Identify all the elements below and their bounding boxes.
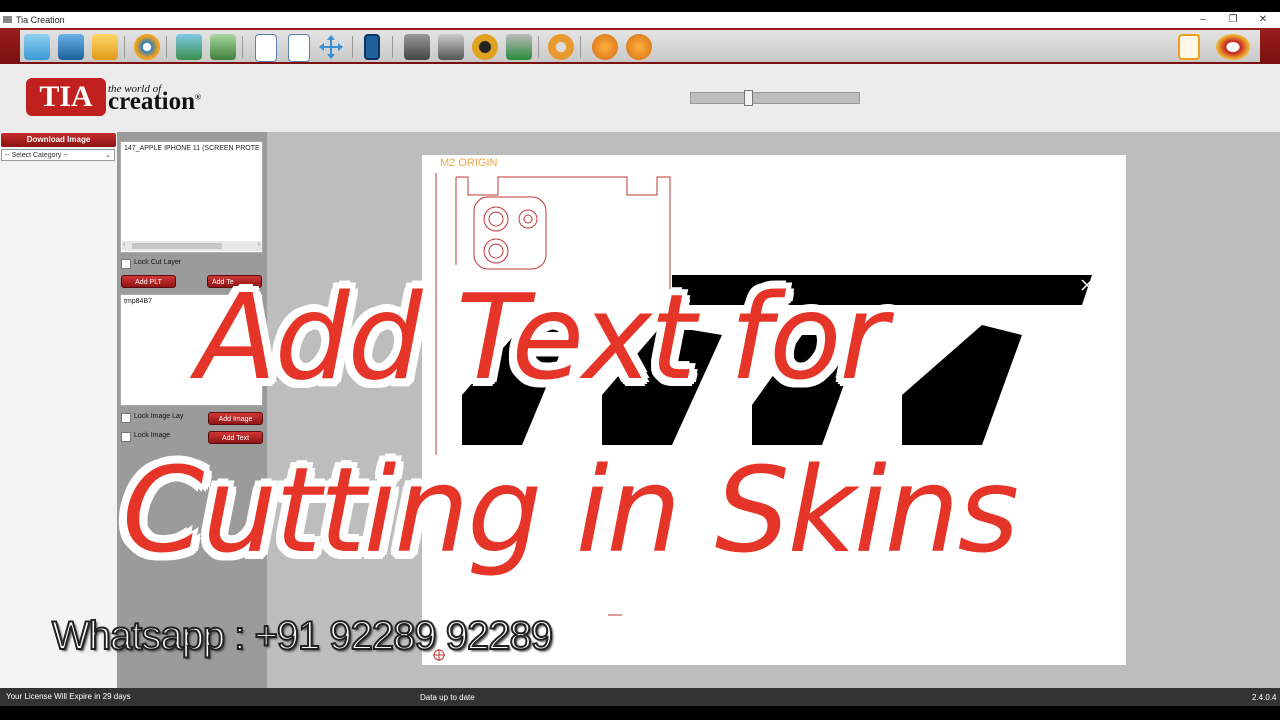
close-button[interactable]: ✕ bbox=[1256, 14, 1270, 25]
undo-icon[interactable] bbox=[592, 34, 618, 60]
version-label: 2.4.0.4 bbox=[1252, 693, 1277, 702]
license-status: Your License Will Expire in 29 days bbox=[6, 692, 131, 701]
lock-image-label: Lock Image bbox=[134, 432, 171, 439]
category-select[interactable]: -- Select Category -- ⌄ bbox=[1, 149, 115, 161]
plotter-icon[interactable] bbox=[438, 34, 464, 60]
design-canvas[interactable] bbox=[422, 155, 1126, 665]
page-a4-icon[interactable] bbox=[288, 34, 310, 62]
remove-image-icon[interactable] bbox=[210, 34, 236, 60]
scroll-right-icon[interactable]: › bbox=[258, 241, 260, 248]
left-panel bbox=[0, 132, 117, 688]
overlay-title-line1: Add Text for bbox=[196, 268, 888, 406]
save-icon[interactable] bbox=[58, 34, 84, 60]
chevron-down-icon: ⌄ bbox=[105, 152, 111, 159]
settings-wheel-icon[interactable] bbox=[134, 34, 160, 60]
machine-settings-icon[interactable] bbox=[1216, 34, 1250, 60]
zoom-slider-thumb[interactable] bbox=[744, 90, 753, 106]
redo-icon[interactable] bbox=[626, 34, 652, 60]
cutter-icon[interactable] bbox=[506, 34, 532, 60]
gears-icon[interactable] bbox=[548, 34, 574, 60]
restore-button[interactable]: ❐ bbox=[1226, 14, 1240, 25]
phone-icon[interactable] bbox=[364, 34, 380, 60]
open-folder-icon[interactable] bbox=[92, 34, 118, 60]
scroll-left-icon[interactable]: ‹ bbox=[123, 241, 125, 248]
plt-list[interactable]: 147_APPLE IPHONE 11 (SCREEN PROTE bbox=[120, 141, 263, 253]
window-titlebar: Tia Creation – ❐ ✕ bbox=[0, 12, 1280, 28]
status-bar: Your License Will Expire in 29 days Data… bbox=[0, 688, 1280, 706]
lock-image-layer-checkbox[interactable] bbox=[121, 413, 131, 423]
app-icon bbox=[3, 16, 12, 23]
category-select-value: -- Select Category -- bbox=[5, 152, 69, 159]
download-image-button[interactable]: Download Image bbox=[1, 133, 116, 147]
logo-brand-text: creation bbox=[108, 88, 196, 115]
new-file-icon[interactable] bbox=[24, 34, 50, 60]
horizontal-scrollbar[interactable]: ‹ › bbox=[122, 241, 262, 251]
main-toolbar bbox=[0, 28, 1280, 64]
logo-mark: TIA bbox=[26, 78, 106, 116]
phone-skin-outline bbox=[433, 173, 1093, 661]
whatsapp-contact: Whatsapp : +91 92289 92289 bbox=[51, 613, 554, 659]
logo-registered: ® bbox=[195, 92, 201, 102]
zoom-slider[interactable] bbox=[690, 92, 860, 104]
move-arrows-icon[interactable] bbox=[318, 34, 344, 60]
printer-icon[interactable] bbox=[404, 34, 430, 60]
list-item[interactable]: 147_APPLE IPHONE 11 (SCREEN PROTE bbox=[124, 145, 260, 152]
logo-brand: creation® bbox=[108, 88, 201, 116]
add-plt-button[interactable]: Add PLT bbox=[121, 275, 176, 288]
scrollbar-thumb[interactable] bbox=[132, 243, 222, 249]
lock-cut-layer-label: Lock Cut Layer bbox=[134, 259, 182, 266]
page-a3-icon[interactable] bbox=[255, 34, 277, 62]
add-image-icon[interactable] bbox=[176, 34, 202, 60]
add-image-button[interactable]: Add Image bbox=[208, 412, 263, 425]
minimize-button[interactable]: – bbox=[1196, 14, 1210, 25]
lock-cut-layer-checkbox[interactable] bbox=[121, 259, 131, 269]
pen-tool-icon[interactable] bbox=[472, 34, 498, 60]
data-status: Data up to date bbox=[420, 693, 475, 702]
lock-image-layer-label: Lock Image Lay bbox=[134, 413, 184, 420]
overlay-title-line2: Cutting in Skins bbox=[122, 441, 1019, 579]
menu-icon[interactable] bbox=[1178, 34, 1200, 60]
window-title: Tia Creation bbox=[16, 15, 65, 25]
origin-label: M2 ORIGIN bbox=[440, 157, 498, 169]
